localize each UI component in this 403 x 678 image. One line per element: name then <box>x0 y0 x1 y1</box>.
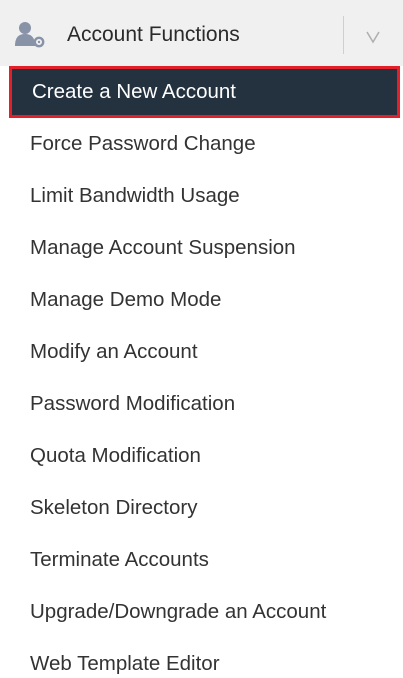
menu-item-skeleton-directory[interactable]: Skeleton Directory <box>0 482 403 534</box>
menu-item-web-template-editor[interactable]: Web Template Editor <box>0 638 403 678</box>
menu-item-quota-modification[interactable]: Quota Modification <box>0 430 403 482</box>
user-gear-icon <box>14 20 48 50</box>
menu-item-limit-bandwidth-usage[interactable]: Limit Bandwidth Usage <box>0 170 403 222</box>
header-divider <box>343 16 344 54</box>
menu-item-modify-account[interactable]: Modify an Account <box>0 326 403 378</box>
account-functions-panel: Account Functions Create a New Account F… <box>0 0 403 678</box>
menu-item-terminate-accounts[interactable]: Terminate Accounts <box>0 534 403 586</box>
menu-item-force-password-change[interactable]: Force Password Change <box>0 118 403 170</box>
menu-item-upgrade-downgrade-account[interactable]: Upgrade/Downgrade an Account <box>0 586 403 638</box>
menu-item-password-modification[interactable]: Password Modification <box>0 378 403 430</box>
chevron-down-icon[interactable] <box>356 24 390 48</box>
section-header[interactable]: Account Functions <box>0 0 403 66</box>
menu-item-manage-demo-mode[interactable]: Manage Demo Mode <box>0 274 403 326</box>
menu-item-create-new-account[interactable]: Create a New Account <box>9 66 400 118</box>
section-title: Account Functions <box>67 23 240 46</box>
account-functions-menu: Create a New Account Force Password Chan… <box>0 66 403 678</box>
menu-item-manage-account-suspension[interactable]: Manage Account Suspension <box>0 222 403 274</box>
